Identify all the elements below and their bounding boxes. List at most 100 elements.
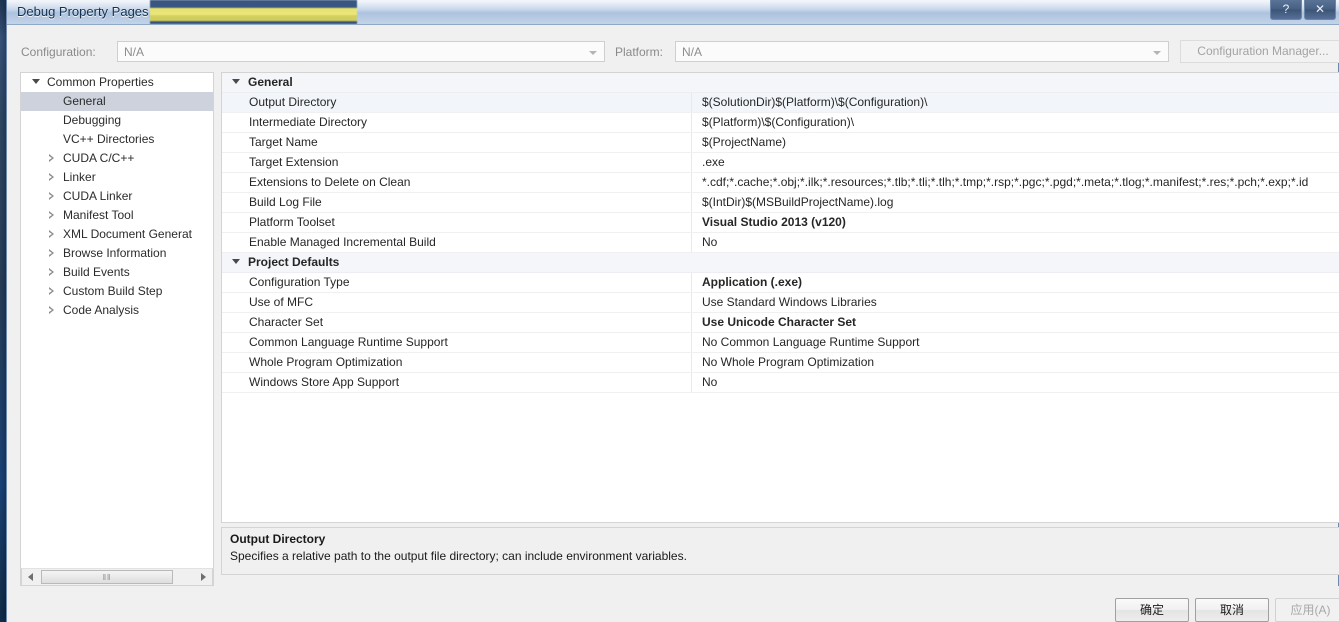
grid-property-value[interactable]: No Common Language Runtime Support xyxy=(702,333,919,352)
ok-button[interactable]: 确定 xyxy=(1115,598,1189,622)
grid-property-value[interactable]: Use Standard Windows Libraries xyxy=(702,293,877,312)
grid-property-name: Common Language Runtime Support xyxy=(249,335,448,349)
tree-item-label: Common Properties xyxy=(47,75,154,89)
column-splitter[interactable] xyxy=(691,373,692,392)
grid-row-enable-managed-incremental-build[interactable]: Enable Managed Incremental Build No xyxy=(222,233,1339,253)
scrollbar-grip-icon: ‖‖ xyxy=(102,573,112,582)
grid-property-value[interactable]: Application (.exe) xyxy=(702,273,802,292)
platform-select[interactable]: N/A xyxy=(675,41,1169,62)
grid-row-character-set[interactable]: Character Set Use Unicode Character Set xyxy=(222,313,1339,333)
grid-property-value[interactable]: $(ProjectName) xyxy=(702,133,786,152)
column-splitter[interactable] xyxy=(691,93,692,112)
triangle-right-icon[interactable] xyxy=(45,149,59,168)
tree-item-vc-directories[interactable]: VC++ Directories xyxy=(21,130,213,149)
grid-property-name: Output Directory xyxy=(249,95,337,109)
tree-item-label: Code Analysis xyxy=(63,303,140,317)
grid-property-value[interactable]: *.cdf;*.cache;*.obj;*.ilk;*.resources;*.… xyxy=(702,173,1308,192)
tree-item-common-properties[interactable]: Common Properties xyxy=(21,73,213,92)
column-splitter[interactable] xyxy=(691,173,692,192)
grid-row-common-language-runtime-support[interactable]: Common Language Runtime Support No Common… xyxy=(222,333,1339,353)
grid-property-value[interactable]: Use Unicode Character Set xyxy=(702,313,856,332)
grid-property-name: Configuration Type xyxy=(249,275,350,289)
grid-property-value[interactable]: No xyxy=(702,373,717,392)
close-icon[interactable]: ✕ xyxy=(1304,0,1336,20)
help-icon[interactable]: ? xyxy=(1270,0,1302,20)
column-splitter[interactable] xyxy=(691,273,692,292)
configuration-select[interactable]: N/A xyxy=(117,41,605,62)
grid-property-value[interactable]: .exe xyxy=(702,153,725,172)
tree-item-browse-information[interactable]: Browse Information xyxy=(21,244,213,263)
grid-property-value[interactable]: $(IntDir)$(MSBuildProjectName).log xyxy=(702,193,893,212)
triangle-right-icon[interactable] xyxy=(45,225,59,244)
triangle-down-icon[interactable] xyxy=(232,259,240,264)
grid-row-platform-toolset[interactable]: Platform Toolset Visual Studio 2013 (v120… xyxy=(222,213,1339,233)
triangle-right-icon[interactable] xyxy=(45,206,59,225)
grid-property-value[interactable]: No Whole Program Optimization xyxy=(702,353,874,372)
grid-row-windows-store-app-support[interactable]: Windows Store App Support No xyxy=(222,373,1339,393)
column-splitter[interactable] xyxy=(691,213,692,232)
tree-item-code-analysis[interactable]: Code Analysis xyxy=(21,301,213,320)
tree-item-general[interactable]: General xyxy=(21,92,213,111)
grid-property-value[interactable]: Visual Studio 2013 (v120) xyxy=(702,213,846,232)
column-splitter[interactable] xyxy=(691,153,692,172)
description-title: Output Directory xyxy=(230,532,326,546)
triangle-right-icon[interactable] xyxy=(45,244,59,263)
grid-row-extensions-to-delete-on-clean[interactable]: Extensions to Delete on Clean *.cdf;*.cac… xyxy=(222,173,1339,193)
column-splitter[interactable] xyxy=(691,113,692,132)
column-splitter[interactable] xyxy=(691,133,692,152)
tree-item-manifest-tool[interactable]: Manifest Tool xyxy=(21,206,213,225)
tree-item-linker[interactable]: Linker xyxy=(21,168,213,187)
tree-item-label: CUDA C/C++ xyxy=(63,151,135,165)
tree-item-label: Build Events xyxy=(63,265,130,279)
tree-item-label: Manifest Tool xyxy=(63,208,134,222)
triangle-right-icon[interactable] xyxy=(45,282,59,301)
scroll-left-arrow-icon[interactable] xyxy=(22,569,39,585)
triangle-right-icon[interactable] xyxy=(45,301,59,320)
cancel-button[interactable]: 取消 xyxy=(1195,598,1269,622)
scroll-right-arrow-icon[interactable] xyxy=(195,569,212,585)
tree-item-custom-build-step[interactable]: Custom Build Step xyxy=(21,282,213,301)
tree-item-label: Debugging xyxy=(63,113,122,127)
grid-row-output-directory[interactable]: Output Directory $(SolutionDir)$(Platform… xyxy=(222,93,1339,113)
grid-row-build-log-file[interactable]: Build Log File $(IntDir)$(MSBuildProjectN… xyxy=(222,193,1339,213)
property-tree[interactable]: Common Properties General Debugging VC++ Di… xyxy=(20,72,214,590)
tree-item-xml-document-generat[interactable]: XML Document Generat xyxy=(21,225,213,244)
grid-row-target-extension[interactable]: Target Extension .exe xyxy=(222,153,1339,173)
column-splitter[interactable] xyxy=(691,233,692,252)
grid-property-name: Extensions to Delete on Clean xyxy=(249,175,411,189)
grid-row-configuration-type[interactable]: Configuration Type Application (.exe) xyxy=(222,273,1339,293)
triangle-down-icon[interactable] xyxy=(232,79,240,84)
grid-category-project-defaults[interactable]: Project Defaults xyxy=(222,253,1339,273)
grid-property-name: Target Extension xyxy=(249,155,339,169)
property-grid[interactable]: General Output Directory $(SolutionDir)$(P… xyxy=(221,72,1339,523)
triangle-down-icon[interactable] xyxy=(29,73,43,92)
grid-property-value[interactable]: No xyxy=(702,233,717,252)
grid-property-name: Intermediate Directory xyxy=(249,115,368,129)
tree-item-label: Custom Build Step xyxy=(63,284,163,298)
scrollbar-thumb[interactable]: ‖‖ xyxy=(41,570,173,584)
column-splitter[interactable] xyxy=(691,293,692,312)
tree-item-debugging[interactable]: Debugging xyxy=(21,111,213,130)
column-splitter[interactable] xyxy=(691,313,692,332)
tree-horizontal-scrollbar[interactable]: ‖‖ xyxy=(21,568,213,586)
tree-item-cuda-linker[interactable]: CUDA Linker xyxy=(21,187,213,206)
column-splitter[interactable] xyxy=(691,193,692,212)
grid-property-value[interactable]: $(Platform)\$(Configuration)\ xyxy=(702,113,854,132)
grid-property-name: Use of MFC xyxy=(249,295,314,309)
grid-row-intermediate-directory[interactable]: Intermediate Directory $(Platform)\$(Conf… xyxy=(222,113,1339,133)
grid-row-whole-program-optimization[interactable]: Whole Program Optimization No Whole Progr… xyxy=(222,353,1339,373)
property-pages-dialog: Debug Property Pages ? ✕ Configuration: … xyxy=(6,0,1339,622)
grid-category-general[interactable]: General xyxy=(222,73,1339,93)
tree-item-cuda-c-c[interactable]: CUDA C/C++ xyxy=(21,149,213,168)
tree-item-build-events[interactable]: Build Events xyxy=(21,263,213,282)
column-splitter[interactable] xyxy=(691,353,692,372)
column-splitter[interactable] xyxy=(691,333,692,352)
configuration-manager-button[interactable]: Configuration Manager... xyxy=(1180,40,1339,63)
triangle-right-icon[interactable] xyxy=(45,263,59,282)
triangle-right-icon[interactable] xyxy=(45,187,59,206)
grid-property-value[interactable]: $(SolutionDir)$(Platform)\$(Configuratio… xyxy=(702,93,927,112)
triangle-right-icon[interactable] xyxy=(45,168,59,187)
grid-category-label: General xyxy=(248,75,293,89)
grid-row-use-of-mfc[interactable]: Use of MFC Use Standard Windows Libraries xyxy=(222,293,1339,313)
grid-row-target-name[interactable]: Target Name $(ProjectName) xyxy=(222,133,1339,153)
